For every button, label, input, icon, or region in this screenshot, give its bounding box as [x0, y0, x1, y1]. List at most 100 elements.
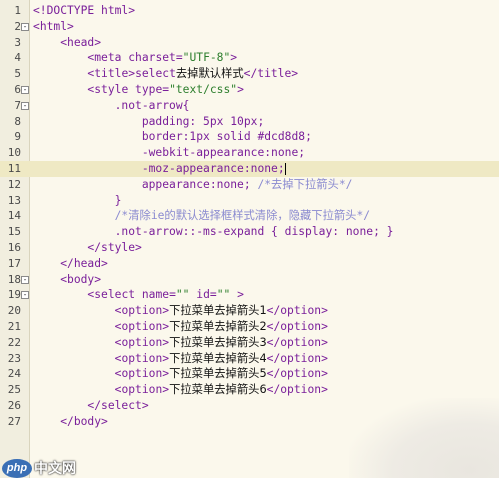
watermark-site-text: 中文网	[34, 460, 76, 476]
code-token: option	[280, 351, 322, 365]
code-line[interactable]: 6- <style type="text/css">	[0, 82, 499, 98]
line-number: 15	[7, 225, 21, 239]
code-token: meta	[94, 51, 129, 65]
code-text: <!DOCTYPE html>	[33, 3, 135, 19]
line-number: 26	[7, 398, 21, 412]
code-token: select	[135, 67, 176, 81]
code-line[interactable]: 21 <option>下拉菜单去掉箭头2</option>	[0, 319, 499, 335]
code-token: id	[189, 288, 210, 302]
code-token: option	[121, 351, 163, 365]
code-line[interactable]: 9 border:1px solid #dcd8d8;	[0, 129, 499, 145]
code-line[interactable]: 16 </style>	[0, 240, 499, 256]
line-number: 8	[14, 114, 21, 128]
line-number: 9	[14, 130, 21, 144]
code-line[interactable]: 19- <select name="" id="" >	[0, 287, 499, 303]
code-token: </	[243, 67, 258, 81]
code-token: "UTF-8"	[182, 51, 231, 65]
code-text: }	[33, 193, 122, 209]
code-text: <select name="" id="" >	[33, 287, 244, 303]
line-number: 7	[14, 98, 21, 112]
fold-toggle-icon[interactable]: -	[21, 22, 29, 31]
fold-toggle-icon[interactable]: -	[21, 85, 29, 94]
code-token: >	[67, 19, 74, 33]
code-token: head	[73, 256, 102, 270]
code-line[interactable]: 17 </head>	[0, 256, 499, 272]
line-number: 19	[7, 288, 21, 302]
code-line[interactable]: 11 -moz-appearance:none;	[0, 160, 499, 177]
code-token: html	[39, 19, 68, 33]
code-line[interactable]: 2- <html>	[0, 19, 499, 35]
code-token: type	[135, 82, 163, 96]
line-number: 21	[7, 319, 21, 333]
code-line[interactable]: 22 <option>下拉菜单去掉箭头3</option>	[0, 335, 499, 351]
code-token: 下拉菜单去掉箭头4	[169, 351, 267, 365]
code-line[interactable]: 25 <option>下拉菜单去掉箭头6</option>	[0, 382, 499, 398]
code-token: 下拉菜单去掉箭头6	[169, 383, 267, 397]
code-token: head	[67, 35, 95, 49]
code-line[interactable]: 15 .not-arrow::-ms-expand { display: non…	[0, 224, 499, 240]
code-line[interactable]: 3 <head>	[0, 35, 499, 51]
code-line[interactable]: 1 <!DOCTYPE html>	[0, 3, 499, 19]
code-token: appearance:none;	[141, 177, 258, 191]
code-line[interactable]: 13 }	[0, 193, 499, 209]
line-number: 22	[7, 335, 21, 349]
code-text: <option>下拉菜单去掉箭头6</option>	[33, 382, 328, 398]
code-token: =	[169, 288, 176, 302]
code-token: select	[101, 398, 142, 412]
code-token: charset	[128, 51, 176, 65]
code-token: }	[114, 193, 122, 207]
fold-toggle-icon[interactable]: -	[21, 275, 29, 284]
code-token: /*清除ie的默认选择框样式清除，隐藏下拉箭头*/	[114, 209, 371, 223]
code-text: <meta charset="UTF-8">	[33, 50, 237, 66]
code-text: </body>	[33, 414, 108, 430]
code-text: <body>	[33, 272, 101, 288]
watermark: php 中文网	[2, 458, 76, 478]
code-line[interactable]: 10 -webkit-appearance:none;	[0, 145, 499, 161]
code-token: 去掉默认样式	[175, 67, 244, 81]
fold-toggle-icon[interactable]: -	[21, 291, 29, 300]
line-number: 24	[7, 367, 21, 381]
code-token: >	[101, 414, 108, 428]
code-token: >	[237, 82, 244, 96]
code-token: 下拉菜单去掉箭头3	[169, 335, 267, 349]
code-token: padding: 5px 10px;	[141, 114, 265, 128]
line-number: 13	[7, 193, 21, 207]
line-number: 10	[7, 146, 21, 160]
code-token: option	[121, 335, 163, 349]
code-token: 下拉菜单去掉箭头2	[169, 319, 267, 333]
code-token: </	[266, 383, 281, 397]
code-token: >	[94, 35, 102, 49]
code-token: =	[209, 288, 217, 302]
code-line[interactable]: 18- <body>	[0, 272, 499, 288]
line-number: 11	[7, 161, 21, 175]
code-text: .not-arrow::-ms-expand { display: none; …	[33, 224, 394, 240]
code-line[interactable]: 4 <meta charset="UTF-8">	[0, 50, 499, 66]
code-line[interactable]: 20 <option>下拉菜单去掉箭头1</option>	[0, 303, 499, 319]
code-line[interactable]: 8 padding: 5px 10px;	[0, 114, 499, 130]
code-token: ;	[305, 130, 312, 144]
code-line[interactable]: 7- .not-arrow{	[0, 98, 499, 114]
code-line[interactable]: 24 <option>下拉菜单去掉箭头5</option>	[0, 366, 499, 382]
code-token: </	[87, 240, 102, 254]
code-token: option	[280, 304, 322, 318]
fold-toggle-icon[interactable]: -	[21, 101, 29, 110]
code-token: title	[257, 67, 292, 81]
code-line[interactable]: 12 appearance:none; /*去掉下拉箭头*/	[0, 177, 499, 193]
code-token: .not-arrow::-ms-expand { display: none; …	[114, 225, 394, 239]
line-number: 18	[7, 272, 21, 286]
text-cursor	[284, 162, 286, 175]
code-text: .not-arrow{	[33, 98, 190, 114]
code-token: #dcd8d8	[257, 130, 306, 144]
code-line[interactable]: 5 <title>select去掉默认样式</title>	[0, 66, 499, 82]
code-line[interactable]: 23 <option>下拉菜单去掉箭头4</option>	[0, 351, 499, 367]
php-logo-icon: php	[2, 458, 32, 478]
code-token: option	[121, 383, 163, 397]
code-line[interactable]: 14 /*清除ie的默认选择框样式清除，隐藏下拉箭头*/	[0, 208, 499, 224]
code-text: -moz-appearance:none;	[33, 161, 286, 177]
code-editor[interactable]: 1 <!DOCTYPE html> 2- <html> 3 <head> 4 <meta …	[0, 0, 499, 478]
